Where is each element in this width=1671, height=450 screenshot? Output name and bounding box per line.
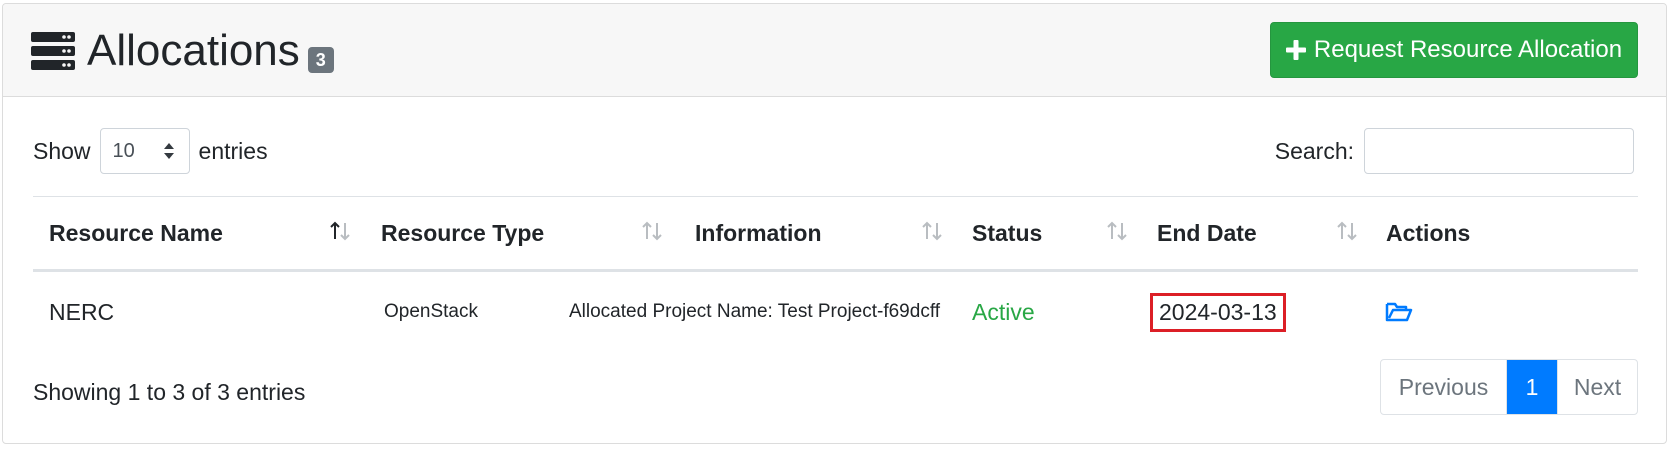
select-arrows-icon [163,143,174,159]
card-header: Allocations 3 Request Resource Allocatio… [3,4,1666,97]
pagination: Previous 1 Next [1380,359,1638,415]
column-header-information[interactable]: Information [695,197,822,269]
next-page-button[interactable]: Next [1557,360,1637,414]
sort-asc-icon[interactable] [329,220,351,242]
cell-resource-name: NERC [49,298,115,325]
table-info: Showing 1 to 3 of 3 entries [33,379,306,405]
entries-label: entries [198,137,268,164]
column-label: Resource Name [49,219,223,246]
search-label: Search: [1274,137,1354,164]
end-date-highlight: 2024-03-13 [1150,292,1286,332]
page-length-value: 10 [112,139,135,162]
page-length-select[interactable]: 10 [99,128,190,174]
sort-icon[interactable] [1106,220,1128,242]
search-input[interactable] [1364,128,1634,174]
column-header-end-date[interactable]: End Date [1157,197,1257,269]
column-header-status[interactable]: Status [972,197,1042,269]
allocations-card: Allocations 3 Request Resource Allocatio… [2,3,1667,444]
cell-end-date: 2024-03-13 [1150,272,1286,352]
server-icon [31,32,75,70]
request-button-label: Request Resource Allocation [1313,36,1623,63]
column-header-resource-name[interactable]: Resource Name [49,197,223,269]
page-title: Allocations [87,26,300,75]
column-label: End Date [1157,219,1257,246]
page-1-button[interactable]: 1 [1507,360,1557,414]
sort-icon[interactable] [921,220,943,242]
column-label: Information [695,219,822,246]
column-label: Actions [1386,219,1471,246]
count-badge: 3 [307,47,334,73]
sort-icon[interactable] [1336,220,1358,242]
cell-status: Active [972,298,1035,325]
folder-open-icon[interactable] [1385,300,1413,324]
show-label: Show [33,137,91,164]
title-group: Allocations 3 [31,26,334,76]
page-length-control: Show 10 entries [33,128,268,174]
request-resource-allocation-button[interactable]: Request Resource Allocation [1270,22,1638,78]
table-header-row: Resource Name Resource Type Information [33,197,1638,272]
column-header-actions: Actions [1386,197,1470,269]
cell-resource-type: OpenStack [384,301,478,322]
cell-information: Allocated Project Name: Test Project-f69… [569,301,941,322]
previous-page-button[interactable]: Previous [1381,360,1507,414]
column-label: Status [972,219,1043,246]
cell-actions [1385,272,1413,352]
column-label: Resource Type [381,219,545,246]
search-control: Search: [1275,128,1634,174]
sort-icon[interactable] [641,220,663,242]
column-header-resource-type[interactable]: Resource Type [381,197,544,269]
plus-icon [1285,40,1306,60]
